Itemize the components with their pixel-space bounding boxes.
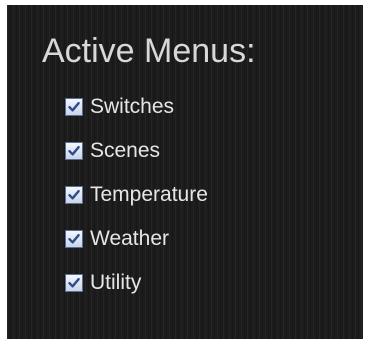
switches-label: Switches [90, 95, 175, 118]
checkmark-icon [68, 234, 80, 244]
menu-option-switches[interactable]: Switches [65, 85, 208, 129]
active-menus-panel: Active Menus: Switches Scenes Temperatur… [7, 5, 363, 339]
utility-label: Utility [90, 271, 142, 294]
scenes-checkbox[interactable] [65, 142, 83, 160]
checkmark-icon [68, 278, 80, 288]
panel-title: Active Menus: [42, 32, 256, 70]
menu-option-utility[interactable]: Utility [65, 261, 208, 305]
menu-option-weather[interactable]: Weather [65, 217, 208, 261]
switches-checkbox[interactable] [65, 98, 83, 116]
menu-checkbox-list: Switches Scenes Temperature Weather Util… [65, 85, 208, 305]
weather-label: Weather [90, 227, 169, 250]
utility-checkbox[interactable] [65, 274, 83, 292]
checkmark-icon [68, 102, 80, 112]
temperature-checkbox[interactable] [65, 186, 83, 204]
checkmark-icon [68, 146, 80, 156]
menu-option-temperature[interactable]: Temperature [65, 173, 208, 217]
temperature-label: Temperature [90, 183, 208, 206]
checkmark-icon [68, 190, 80, 200]
scenes-label: Scenes [90, 139, 161, 162]
menu-option-scenes[interactable]: Scenes [65, 129, 208, 173]
weather-checkbox[interactable] [65, 230, 83, 248]
